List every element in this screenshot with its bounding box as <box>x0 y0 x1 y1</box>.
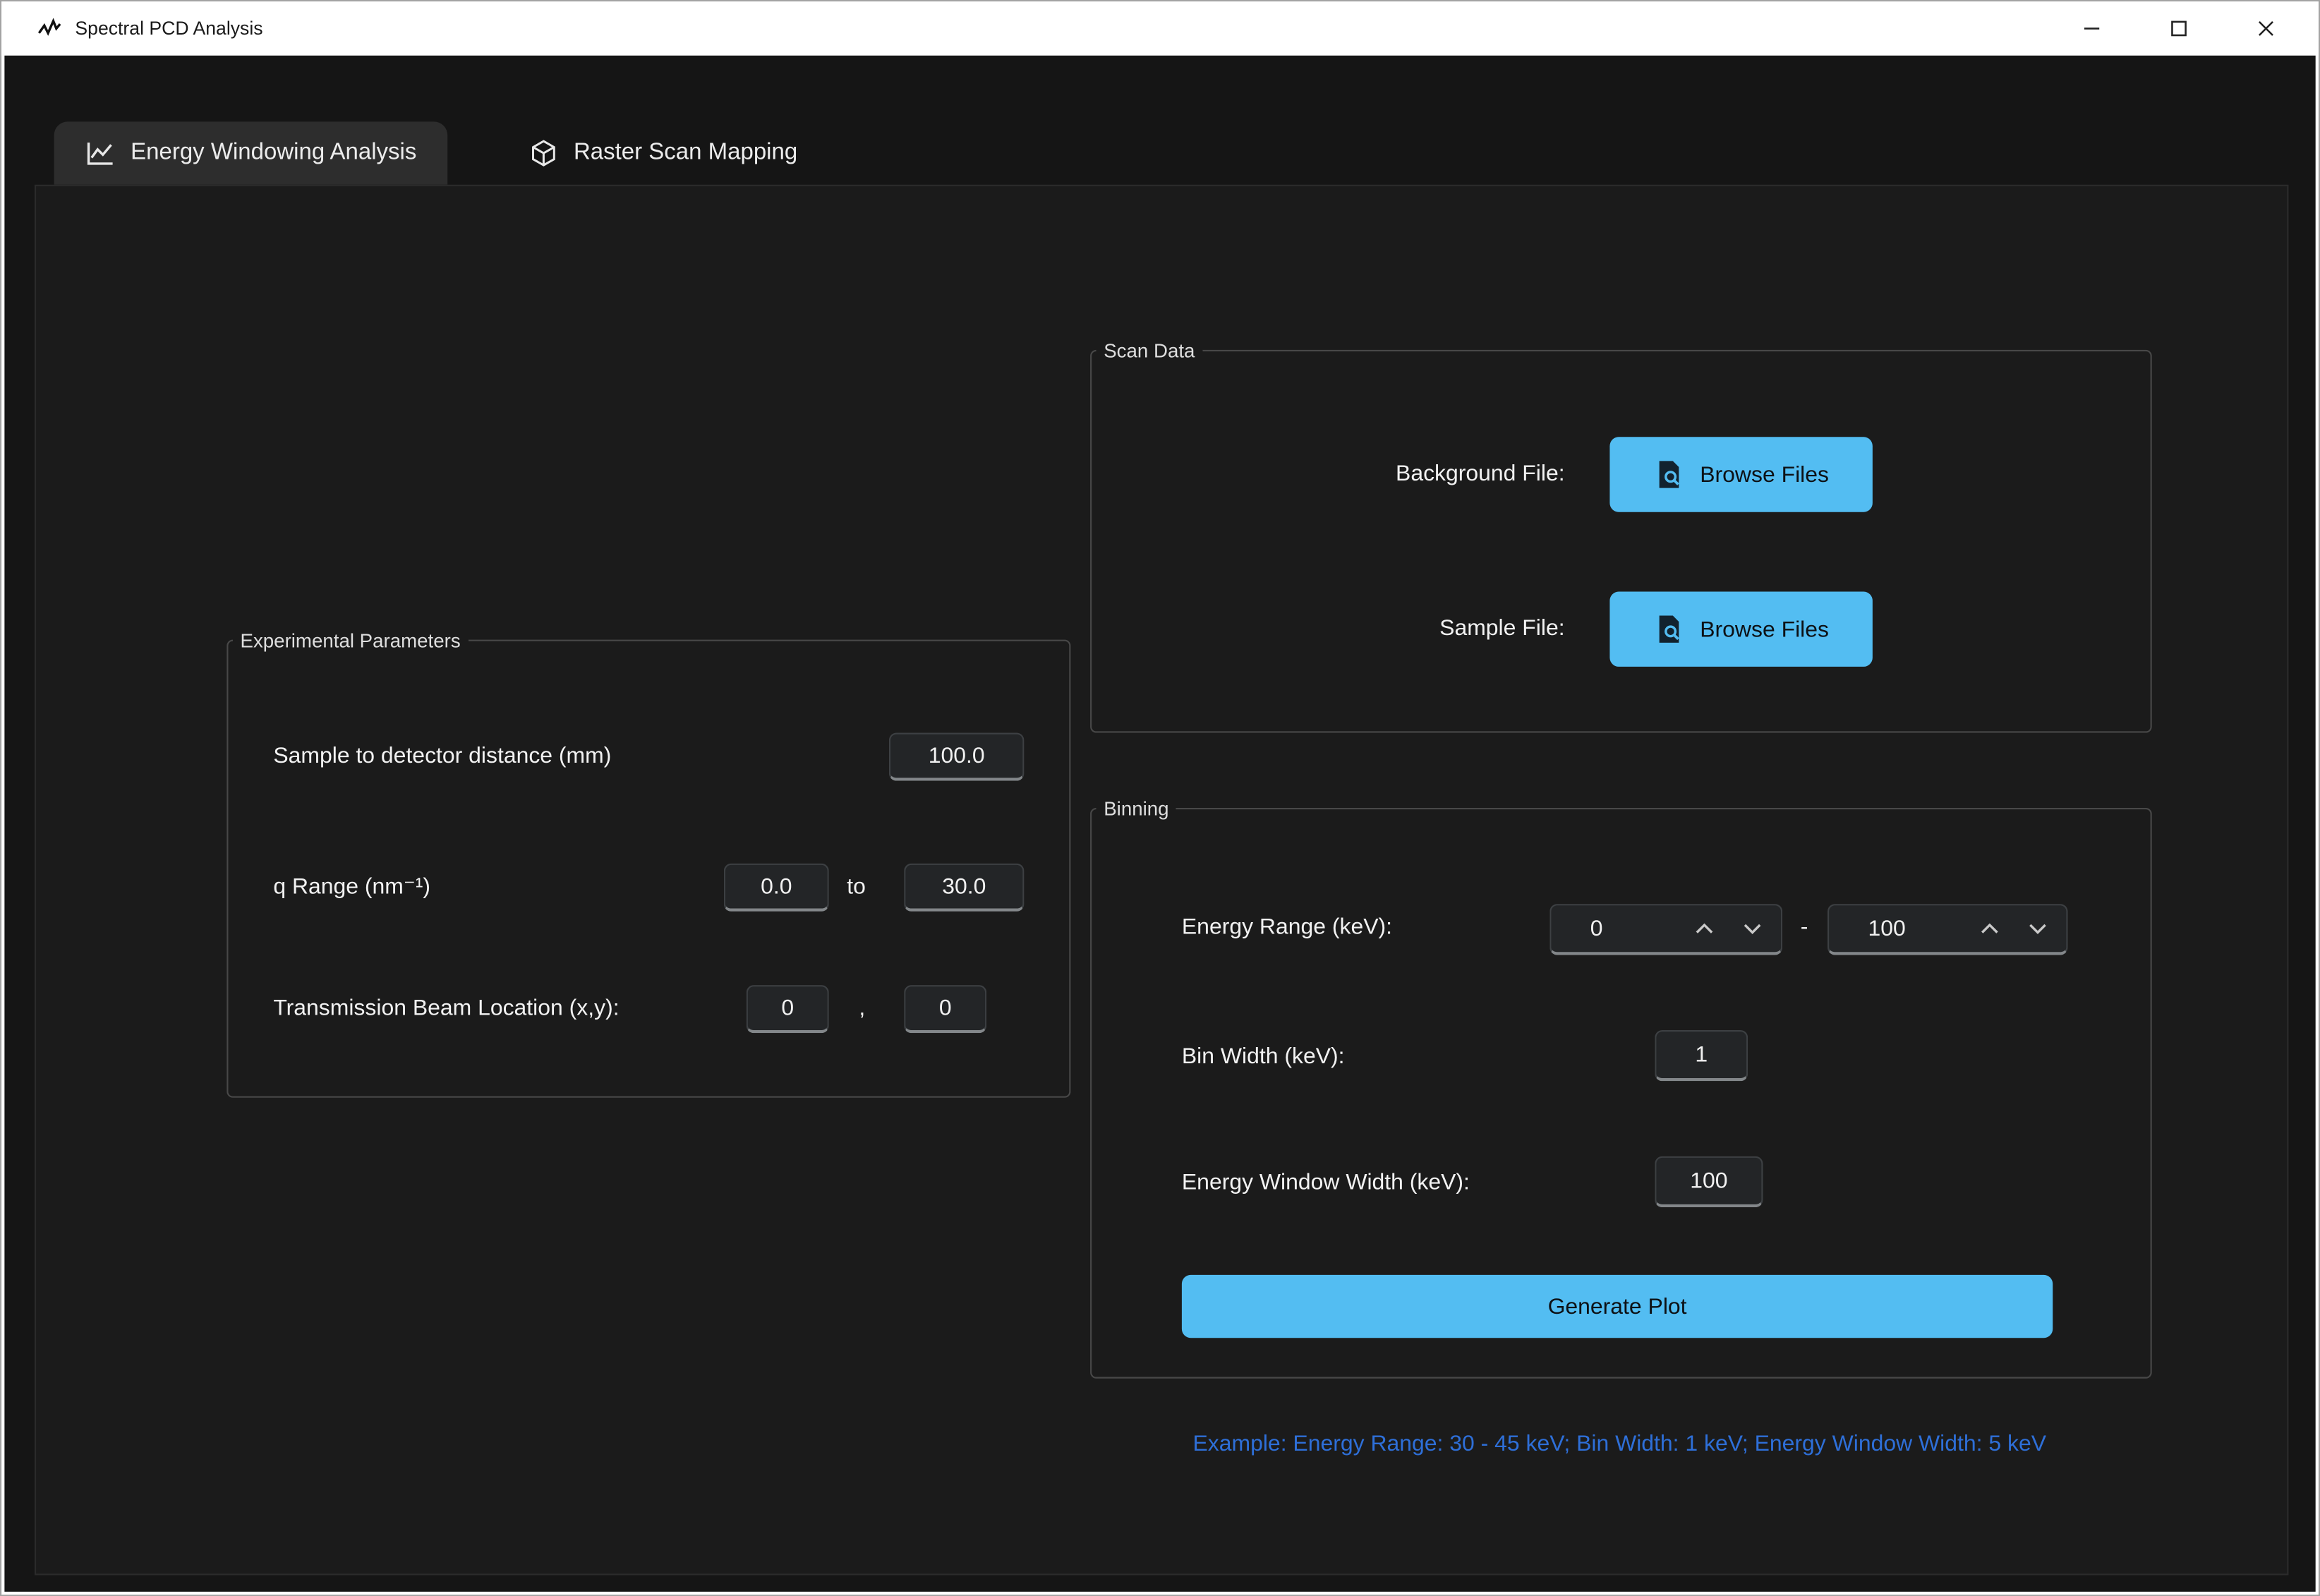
beam-location-comma-label: , <box>859 994 865 1024</box>
q-range-to-label: to <box>847 872 866 902</box>
energy-max-spinbox[interactable]: 100 <box>1827 904 2068 955</box>
app-window: Spectral PCD Analysis Energy Windowing A… <box>0 0 2320 1596</box>
scan-data-legend: Scan Data <box>1096 339 1202 362</box>
tab-energy-windowing-analysis[interactable]: Energy Windowing Analysis <box>54 121 448 184</box>
distance-input[interactable] <box>889 733 1025 781</box>
bin-width-label: Bin Width (keV): <box>1182 1042 1345 1072</box>
cube-3d-icon <box>528 138 559 169</box>
scan-data-group: Scan Data Background File: Browse Files … <box>1090 339 2152 733</box>
distance-label: Sample to detector distance (mm) <box>273 742 611 772</box>
energy-min-spinbox[interactable]: 0 <box>1549 904 1782 955</box>
close-button[interactable] <box>2223 1 2309 56</box>
file-search-icon <box>1653 458 1686 491</box>
sample-file-label: Sample File: <box>1182 614 1565 644</box>
tab-label: Energy Windowing Analysis <box>131 140 416 167</box>
energy-min-value: 0 <box>1590 916 1603 941</box>
spin-up-icon[interactable] <box>1979 922 2000 936</box>
energy-window-width-input[interactable] <box>1655 1156 1763 1207</box>
tab-raster-scan-mapping[interactable]: Raster Scan Mapping <box>497 121 828 184</box>
titlebar: Spectral PCD Analysis <box>1 1 2319 56</box>
bin-width-input[interactable] <box>1655 1030 1748 1081</box>
q-max-input[interactable] <box>904 864 1024 912</box>
energy-max-value: 100 <box>1868 916 1905 941</box>
beam-location-label: Transmission Beam Location (x,y): <box>273 994 619 1024</box>
app-chart-icon <box>37 16 61 40</box>
energy-range-label: Energy Range (keV): <box>1182 913 1392 943</box>
experimental-parameters-group: Experimental Parameters Sample to detect… <box>226 629 1070 1098</box>
spin-down-icon[interactable] <box>2027 922 2048 936</box>
energy-window-width-label: Energy Window Width (keV): <box>1182 1168 1470 1199</box>
q-min-input[interactable] <box>724 864 829 912</box>
background-file-label: Background File: <box>1182 459 1565 490</box>
q-range-label: q Range (nm⁻¹) <box>273 872 430 902</box>
minimize-button[interactable] <box>2048 1 2135 56</box>
tab-label: Raster Scan Mapping <box>574 140 797 167</box>
binning-legend: Binning <box>1096 797 1177 820</box>
maximize-button[interactable] <box>2135 1 2222 56</box>
line-chart-icon <box>85 140 116 167</box>
experimental-parameters-legend: Experimental Parameters <box>233 629 468 652</box>
window-title: Spectral PCD Analysis <box>75 18 262 40</box>
browse-background-button[interactable]: Browse Files <box>1609 437 1872 512</box>
generate-plot-button[interactable]: Generate Plot <box>1182 1275 2053 1338</box>
spin-up-icon[interactable] <box>1694 922 1715 936</box>
example-text: Example: Energy Range: 30 - 45 keV; Bin … <box>1090 1431 2149 1456</box>
binning-group: Binning Energy Range (keV): 0 - 100 <box>1090 797 2152 1379</box>
generate-plot-label: Generate Plot <box>1548 1293 1687 1319</box>
file-search-icon <box>1653 612 1686 646</box>
beam-x-input[interactable] <box>747 985 829 1033</box>
energy-range-dash-label: - <box>1801 913 1808 943</box>
window-controls <box>2048 1 2309 56</box>
spin-down-icon[interactable] <box>1742 922 1763 936</box>
browse-button-label: Browse Files <box>1700 461 1829 487</box>
browse-sample-button[interactable]: Browse Files <box>1609 592 1872 667</box>
browse-button-label: Browse Files <box>1700 617 1829 642</box>
beam-y-input[interactable] <box>904 985 986 1033</box>
